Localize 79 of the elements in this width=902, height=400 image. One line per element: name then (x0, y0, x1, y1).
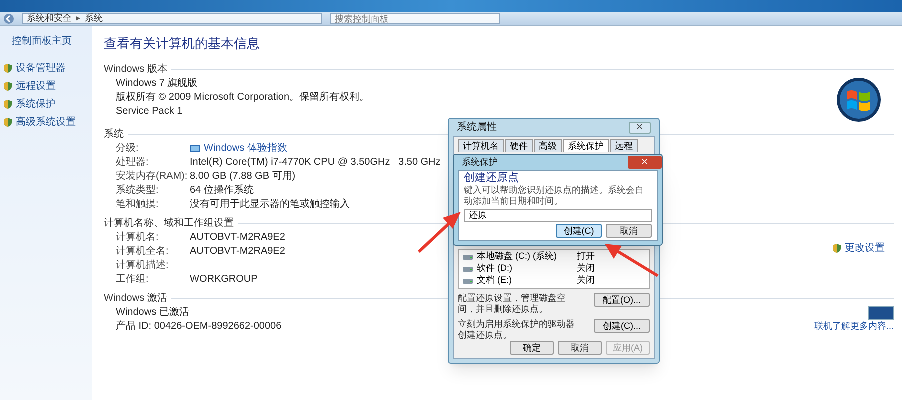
drive-name: 本地磁盘 (C:) (系统) (477, 250, 558, 264)
info-text: 版权所有 © 2009 Microsoft Corporation。保留所有权利。 (116, 90, 370, 105)
info-label: 工作组: (116, 273, 150, 287)
info-label: 系统类型: (116, 184, 160, 198)
dialog-button[interactable]: 创建(C) (556, 224, 602, 238)
info-label: 计算机描述: (116, 258, 170, 273)
info-label: 计算机全名: (116, 244, 170, 259)
change-settings-link[interactable]: 更改设置 (845, 240, 885, 256)
arrow-drawing (418, 212, 461, 254)
dialog-title: 系统保护 (462, 156, 498, 169)
rating-link[interactable]: Windows 体验指数 (204, 141, 288, 156)
protection-status: 关闭 (577, 274, 595, 288)
info-label: 安装内存(RAM): (116, 170, 189, 184)
learn-more-link[interactable]: 联机了解更多内容... (814, 320, 894, 333)
search-field[interactable]: 搜索控制面板 (330, 13, 500, 24)
monitor-icon (190, 144, 200, 152)
section-heading: 计算机名称、域和工作组设置 (104, 216, 234, 230)
info-value: WORKGROUP (190, 273, 258, 287)
dialog-description: 键入可以帮助您识别还原点的描述。系统会自动添加当前日期和时间。 (464, 185, 645, 207)
info-label: 处理器: (116, 156, 150, 170)
protection-status: 关闭 (577, 262, 595, 276)
dialog-button[interactable]: 取消 (558, 341, 602, 355)
sidebar-link[interactable]: 高级系统设置 (16, 115, 76, 130)
shield-icon (4, 82, 12, 91)
dialog-heading: 创建还原点 (464, 172, 520, 185)
close-button[interactable]: ✕ (629, 122, 651, 134)
page-title: 查看有关计算机的基本信息 (104, 35, 261, 53)
breadcrumb-item[interactable]: 系统 (85, 14, 103, 23)
section-heading: Windows 激活 (104, 292, 168, 306)
sidebar-link[interactable]: 远程设置 (16, 79, 56, 94)
dialog-tab[interactable]: 计算机名 (458, 139, 504, 152)
dialog-button[interactable]: 取消 (606, 224, 652, 238)
shield-icon (4, 100, 12, 109)
windows-logo (836, 76, 882, 122)
drive-name: 软件 (D:) (477, 262, 514, 276)
info-value: 没有可用于此显示器的笔或触控输入 (190, 198, 350, 212)
breadcrumb-item[interactable]: 系统和安全 (27, 14, 72, 23)
dialog-button[interactable]: 确定 (510, 341, 554, 355)
shield-icon (833, 244, 841, 252)
create-description: 立刻为启用系统保护的驱动器创建还原点。 (458, 319, 576, 341)
dialog-tab[interactable]: 系统保护 (563, 139, 609, 152)
genuine-badge (868, 306, 894, 320)
create-button[interactable]: 创建(C)... (594, 319, 650, 333)
info-text: 产品 ID: 00426-OEM-8992662-00006 (116, 320, 282, 334)
info-label: 计算机名: (116, 230, 160, 245)
info-text: Service Pack 1 (116, 105, 183, 119)
info-value: AUTOBVT-M2RA9E2 (190, 245, 286, 259)
info-value: AUTOBVT-M2RA9E2 (190, 231, 286, 245)
dialog-tab[interactable]: 高级 (534, 139, 562, 152)
section-heading: Windows 版本 (104, 62, 168, 76)
shield-icon (4, 118, 12, 127)
protection-status: 打开 (577, 250, 595, 264)
info-value: 8.00 GB (7.88 GB 可用) (190, 170, 296, 184)
shield-icon (4, 64, 12, 73)
info-value: Intel(R) Core(TM) i7-4770K CPU @ 3.50GHz 3.50 GHz (190, 156, 441, 170)
drive-icon (463, 278, 473, 284)
dialog-tab[interactable]: 硬件 (505, 139, 533, 152)
sidebar-link[interactable]: 系统保护 (16, 97, 56, 112)
info-label: 笔和触摸: (116, 198, 160, 212)
chevron-icon: ▸ (76, 14, 81, 23)
info-text: Windows 已激活 (116, 306, 190, 320)
section-heading: 系统 (104, 128, 124, 142)
address-bar[interactable]: 系统和安全 ▸ 系统 (22, 13, 322, 24)
info-label: 分级: (116, 142, 140, 156)
sidebar-link[interactable]: 控制面板主页 (4, 34, 88, 49)
back-icon[interactable] (4, 14, 14, 24)
dialog-title: 系统属性 (457, 120, 497, 135)
arrow-drawing (605, 244, 659, 278)
drive-name: 文档 (E:) (477, 274, 513, 288)
info-value: 64 位操作系统 (190, 184, 254, 198)
info-text: Windows 7 旗舰版 (116, 76, 198, 91)
drive-icon (463, 254, 473, 260)
configure-description: 配置还原设置，管理磁盘空间，并且删除还原点。 (458, 293, 567, 315)
dialog-tab[interactable]: 远程 (610, 139, 638, 152)
description-field[interactable]: 还原 (464, 209, 652, 222)
configure-button[interactable]: 配置(O)... (594, 293, 650, 307)
sidebar-link[interactable]: 设备管理器 (16, 61, 66, 76)
close-button[interactable]: ✕ (628, 156, 662, 169)
drive-icon (463, 266, 473, 272)
